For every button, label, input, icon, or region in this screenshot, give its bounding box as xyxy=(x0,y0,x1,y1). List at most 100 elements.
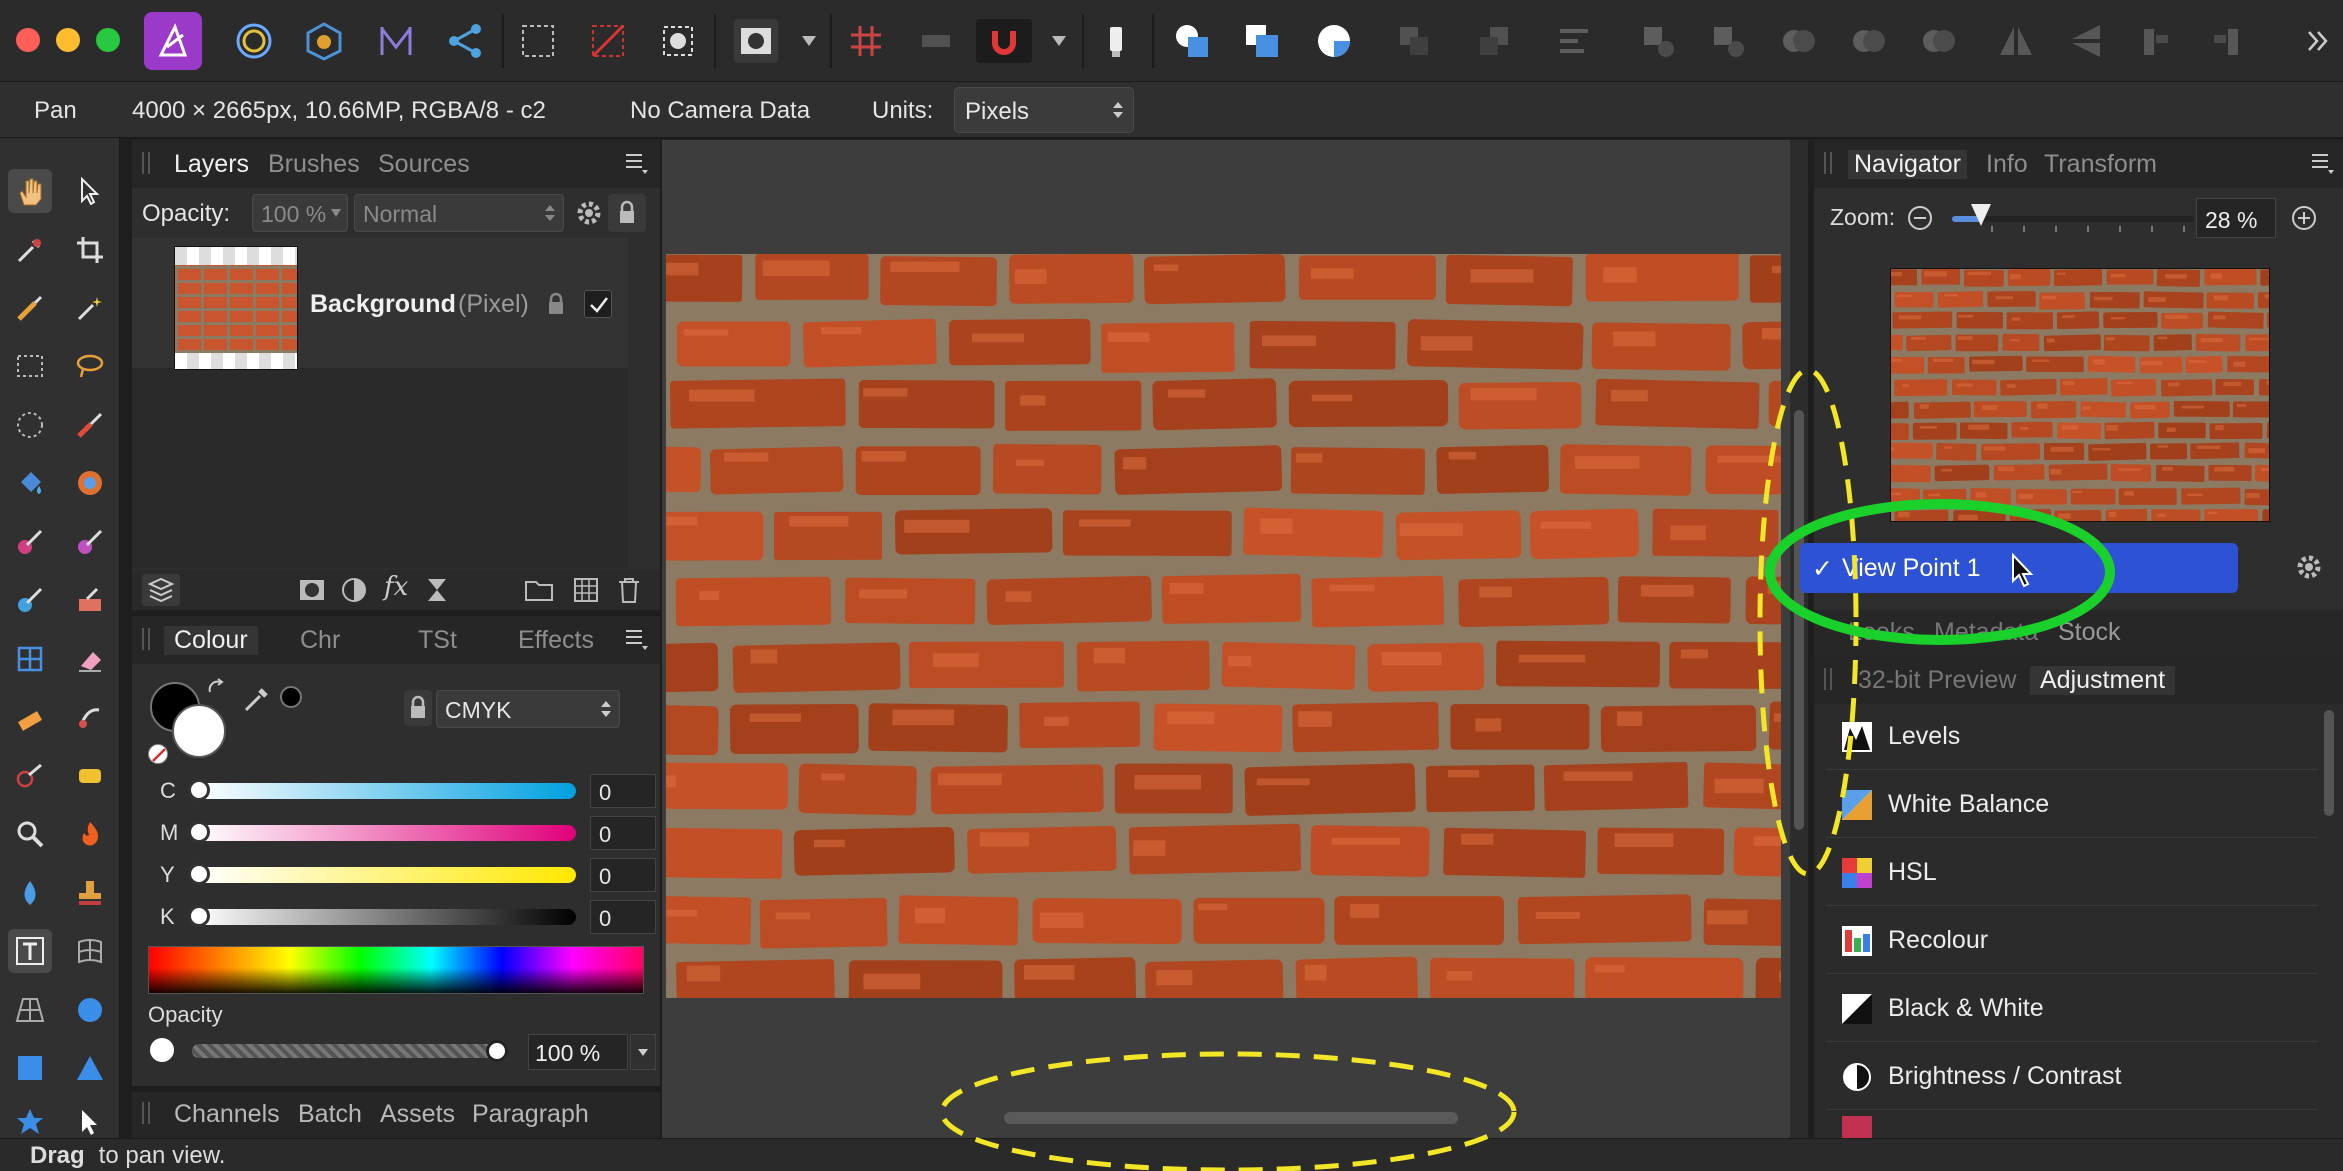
adjustment-item-hsl[interactable]: HSL xyxy=(1826,840,2318,906)
horizontal-scroll-thumb[interactable] xyxy=(1004,1112,1458,1124)
mask-layer-icon[interactable] xyxy=(298,576,326,609)
arrange-front-icon[interactable] xyxy=(1472,19,1516,63)
tab-chr[interactable]: Chr xyxy=(300,626,340,655)
layer-lock-icon[interactable] xyxy=(608,194,646,232)
boolean-intersect-icon[interactable] xyxy=(1312,19,1356,63)
selection-brush-icon[interactable] xyxy=(8,286,52,330)
fill-bucket-icon[interactable] xyxy=(8,461,52,505)
colour-opacity-field[interactable]: 100 % xyxy=(528,1034,628,1070)
yellow-value[interactable]: 0 xyxy=(590,858,656,892)
stamp-tool-icon[interactable] xyxy=(68,871,112,915)
tab-paragraph[interactable]: Paragraph xyxy=(472,1100,589,1129)
cyan-value[interactable]: 0 xyxy=(590,774,656,808)
hourglass-icon[interactable] xyxy=(424,576,450,609)
smudge-icon[interactable] xyxy=(68,695,112,739)
blur-tool-icon[interactable] xyxy=(8,871,52,915)
divide-icon[interactable] xyxy=(1916,19,1960,63)
magenta-knob[interactable] xyxy=(188,821,210,843)
adjustment-item-recolour[interactable]: Recolour xyxy=(1826,908,2318,974)
adjustment-item-white-balance[interactable]: White Balance xyxy=(1826,772,2318,838)
tab-layers[interactable]: Layers xyxy=(174,150,249,179)
panel-grip-icon[interactable] xyxy=(142,152,150,174)
panel-grip-icon[interactable] xyxy=(142,1102,150,1124)
paint-brush-icon[interactable] xyxy=(68,403,112,447)
tab-assets[interactable]: Assets xyxy=(380,1100,455,1129)
grid-warp-icon[interactable] xyxy=(8,637,52,681)
layers-stack-icon[interactable] xyxy=(142,574,180,606)
black-value[interactable]: 0 xyxy=(590,900,656,934)
tab-info[interactable]: Info xyxy=(1986,150,2028,179)
colour-opacity-dropdown-icon[interactable] xyxy=(630,1034,656,1070)
yellow-slider[interactable]: Y 0 xyxy=(148,858,656,894)
live-filter-fx-icon[interactable]: fx xyxy=(384,572,408,602)
persona-photo-icon[interactable] xyxy=(144,12,202,70)
chevron-down-icon[interactable] xyxy=(1044,19,1074,63)
clone-brush-icon[interactable] xyxy=(68,578,112,622)
text-tool-icon[interactable] xyxy=(8,929,52,973)
elliptical-marquee-icon[interactable] xyxy=(8,403,52,447)
vertical-scroll-thumb[interactable] xyxy=(1794,410,1804,830)
rectangular-marquee-icon[interactable] xyxy=(8,344,52,388)
add-icon[interactable] xyxy=(1636,19,1680,63)
minimize-window-button[interactable] xyxy=(56,28,80,52)
tab-tst[interactable]: TSt xyxy=(418,626,457,655)
marquee-icon[interactable] xyxy=(516,19,560,63)
magnet-icon[interactable] xyxy=(976,19,1032,63)
color-picker-icon[interactable] xyxy=(8,228,52,272)
xor-icon[interactable] xyxy=(1846,19,1890,63)
zoom-value-field[interactable]: 28 % xyxy=(2196,198,2276,238)
panel-grip-icon[interactable] xyxy=(1824,152,1832,174)
rotate-right-icon[interactable] xyxy=(2204,19,2248,63)
yellow-knob[interactable] xyxy=(188,863,210,885)
new-pixel-layer-icon[interactable] xyxy=(572,576,600,609)
move-tool-arrow-icon[interactable] xyxy=(68,169,112,213)
adjustment-list-scrollbar[interactable] xyxy=(2324,710,2334,816)
rectangle-shape-icon[interactable] xyxy=(8,1046,52,1090)
tab-adjustment[interactable]: Adjustment xyxy=(2030,666,2176,695)
zoom-window-button[interactable] xyxy=(96,28,120,52)
layer-row[interactable]: Background (Pixel) xyxy=(132,238,628,370)
ellipse-shape-icon[interactable] xyxy=(68,988,112,1032)
cyan-knob[interactable] xyxy=(188,779,210,801)
zoom-out-icon[interactable] xyxy=(1906,204,1934,237)
tab-32bit-preview[interactable]: 32-bit Preview xyxy=(1858,666,2016,695)
colour-opacity-track[interactable] xyxy=(192,1044,502,1058)
view-point-menu-item[interactable]: ✓ View Point 1 xyxy=(1800,543,2238,593)
brick-wall-photo[interactable] xyxy=(666,254,1781,998)
mask-icon[interactable] xyxy=(656,19,700,63)
swap-colours-icon[interactable] xyxy=(206,678,226,703)
zoom-slider-knob[interactable] xyxy=(1971,204,1992,226)
export-persona-icon[interactable] xyxy=(444,19,488,63)
tab-batch[interactable]: Batch xyxy=(298,1100,362,1129)
colour-opacity-knob[interactable] xyxy=(486,1040,508,1062)
patch-tool-icon[interactable] xyxy=(68,754,112,798)
align-icon[interactable] xyxy=(1552,19,1596,63)
quick-mask-icon[interactable] xyxy=(734,19,778,63)
tab-sources[interactable]: Sources xyxy=(378,150,470,179)
magenta-track[interactable] xyxy=(196,825,576,841)
tab-navigator[interactable]: Navigator xyxy=(1848,150,1967,179)
trash-icon[interactable] xyxy=(616,576,642,609)
healing-brush-icon[interactable] xyxy=(8,695,52,739)
crop-icon[interactable] xyxy=(68,228,112,272)
zoom-slider[interactable] xyxy=(1952,204,2194,232)
close-window-button[interactable] xyxy=(16,28,40,52)
panel-grip-icon[interactable] xyxy=(142,628,150,650)
chevron-down-icon[interactable] xyxy=(794,19,824,63)
erase-brush-icon[interactable] xyxy=(8,578,52,622)
tab-colour[interactable]: Colour xyxy=(164,626,258,655)
tab-stock[interactable]: Stock xyxy=(2058,618,2121,647)
toolbar-overflow-icon[interactable] xyxy=(2300,19,2336,63)
colour-spectrum[interactable] xyxy=(148,946,644,994)
flip-horizontal-icon[interactable] xyxy=(1994,19,2038,63)
boolean-add-icon[interactable] xyxy=(1170,19,1214,63)
magenta-slider[interactable]: M 0 xyxy=(148,816,656,852)
black-knob[interactable] xyxy=(188,905,210,927)
flip-vertical-icon[interactable] xyxy=(2064,19,2108,63)
intersect-icon[interactable] xyxy=(1776,19,1820,63)
vertical-scrollbar[interactable] xyxy=(1790,140,1808,1140)
mesh-warp-icon[interactable] xyxy=(68,929,112,973)
tab-transform[interactable]: Transform xyxy=(2044,150,2157,179)
black-track[interactable] xyxy=(196,909,576,925)
layer-opacity-select[interactable]: 100 % xyxy=(252,194,348,232)
